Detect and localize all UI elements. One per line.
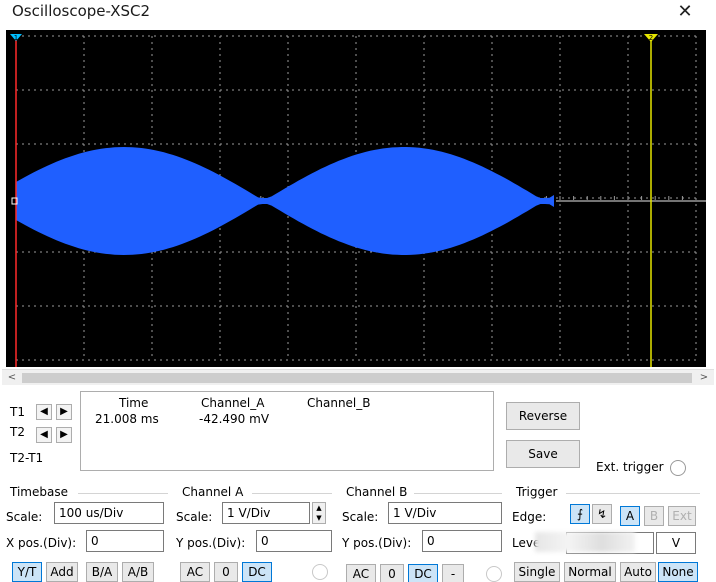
ext-trigger-radio[interactable] <box>670 460 686 476</box>
channel-b-ypos-label: Y pos.(Div): <box>342 536 412 550</box>
cursor-controls: T1 ◀ ▶ T2 ◀ ▶ T2-T1 <box>6 395 76 469</box>
channel-a-scale-input[interactable]: 1 V/Div <box>222 502 310 524</box>
t2-left-button[interactable]: ◀ <box>36 427 52 443</box>
mode-add-button[interactable]: Add <box>46 562 78 582</box>
readout-header-channel-b: Channel_B <box>307 396 371 410</box>
channel-b-divider <box>414 493 502 494</box>
t1-label: T1 <box>10 405 25 419</box>
ext-trigger-label: Ext. trigger <box>596 460 664 474</box>
window-title: Oscilloscope-XSC2 <box>12 2 151 20</box>
signal-trace-channel-a <box>16 147 554 255</box>
trigger-source-a-button[interactable]: A <box>620 506 640 526</box>
trigger-normal-button[interactable]: Normal <box>564 562 616 582</box>
trigger-auto-button[interactable]: Auto <box>620 562 656 582</box>
mode-ab-button[interactable]: A/B <box>122 562 154 582</box>
channel-b-dc-button[interactable]: DC <box>408 564 438 582</box>
edge-falling-icon[interactable]: ↯ <box>592 504 612 524</box>
readout-header-time: Time <box>119 396 149 410</box>
oscilloscope-display[interactable]: 1 2 <box>6 30 706 367</box>
scroll-left-icon[interactable]: < <box>4 370 20 386</box>
channel-b-ypos-input[interactable]: 0 <box>422 530 502 552</box>
close-icon[interactable]: ✕ <box>672 0 698 24</box>
save-button[interactable]: Save <box>506 440 580 468</box>
mode-yt-button[interactable]: Y/T <box>12 562 42 582</box>
channel-a-ac-button[interactable]: AC <box>180 562 210 582</box>
timebase-xpos-input[interactable]: 0 <box>86 530 164 552</box>
title-bar: Oscilloscope-XSC2 ✕ <box>0 0 716 30</box>
timebase-scale-label: Scale: <box>6 510 43 524</box>
timebase-xpos-label: X pos.(Div): <box>6 536 77 550</box>
mode-ba-button[interactable]: B/A <box>86 562 118 582</box>
trigger-source-b-button[interactable]: B <box>644 506 664 526</box>
t1-right-button[interactable]: ▶ <box>56 404 72 420</box>
timebase-scale-input[interactable]: 100 us/Div <box>54 502 164 524</box>
trigger-divider <box>566 493 700 494</box>
obscured-region <box>535 532 635 552</box>
channel-a-dc-button[interactable]: DC <box>242 562 272 582</box>
channel-b-radio[interactable] <box>486 566 502 582</box>
cursor-t1-marker: 1 <box>14 34 18 42</box>
readout-t1-channel-a: -42.490 mV <box>199 412 270 426</box>
timebase-title: Timebase <box>10 485 68 499</box>
readout-t1-time: 21.008 ms <box>95 412 159 426</box>
channel-a-ypos-input[interactable]: 0 <box>256 530 332 552</box>
scroll-right-icon[interactable]: > <box>696 370 712 386</box>
t2-label: T2 <box>10 425 25 439</box>
t1-left-button[interactable]: ◀ <box>36 404 52 420</box>
trigger-title: Trigger <box>516 485 558 499</box>
reverse-button[interactable]: Reverse <box>506 402 580 430</box>
stepper-down-icon[interactable]: ▼ <box>313 513 325 523</box>
channel-a-zero-button[interactable]: 0 <box>214 562 238 582</box>
channel-b-scale-label: Scale: <box>342 510 379 524</box>
channel-a-scale-label: Scale: <box>176 510 213 524</box>
measurement-readout: Time Channel_A Channel_B 21.008 ms -42.4… <box>80 391 494 471</box>
trigger-single-button[interactable]: Single <box>514 562 560 582</box>
scope-graph: 1 2 <box>10 34 706 367</box>
channel-a-title: Channel A <box>182 485 244 499</box>
trigger-none-button[interactable]: None <box>658 562 698 582</box>
edge-rising-icon[interactable]: ⨍ <box>570 504 590 524</box>
timebase-divider <box>78 493 168 494</box>
scrollbar-thumb[interactable] <box>22 373 692 383</box>
trigger-level-unit[interactable]: V <box>656 532 696 554</box>
channel-a-radio[interactable] <box>312 564 328 580</box>
channel-a-divider <box>252 493 332 494</box>
channel-a-scale-stepper[interactable]: ▲ ▼ <box>312 502 326 524</box>
trigger-edge-label: Edge: <box>512 510 547 524</box>
channel-b-title: Channel B <box>346 485 408 499</box>
t2-t1-label: T2-T1 <box>10 451 44 465</box>
channel-a-ypos-label: Y pos.(Div): <box>176 536 246 550</box>
channel-b-scale-input[interactable]: 1 V/Div <box>388 502 502 524</box>
cursor-t2-marker: 2 <box>649 34 653 42</box>
channel-b-ac-button[interactable]: AC <box>346 564 376 582</box>
trigger-source-ext-button[interactable]: Ext <box>668 506 696 526</box>
channel-b-zero-button[interactable]: 0 <box>380 564 404 582</box>
t2-right-button[interactable]: ▶ <box>56 427 72 443</box>
stepper-up-icon[interactable]: ▲ <box>313 503 325 513</box>
horizontal-scrollbar[interactable]: < > <box>2 369 714 385</box>
channel-b-invert-button[interactable]: - <box>442 564 464 582</box>
readout-header-channel-a: Channel_A <box>201 396 265 410</box>
